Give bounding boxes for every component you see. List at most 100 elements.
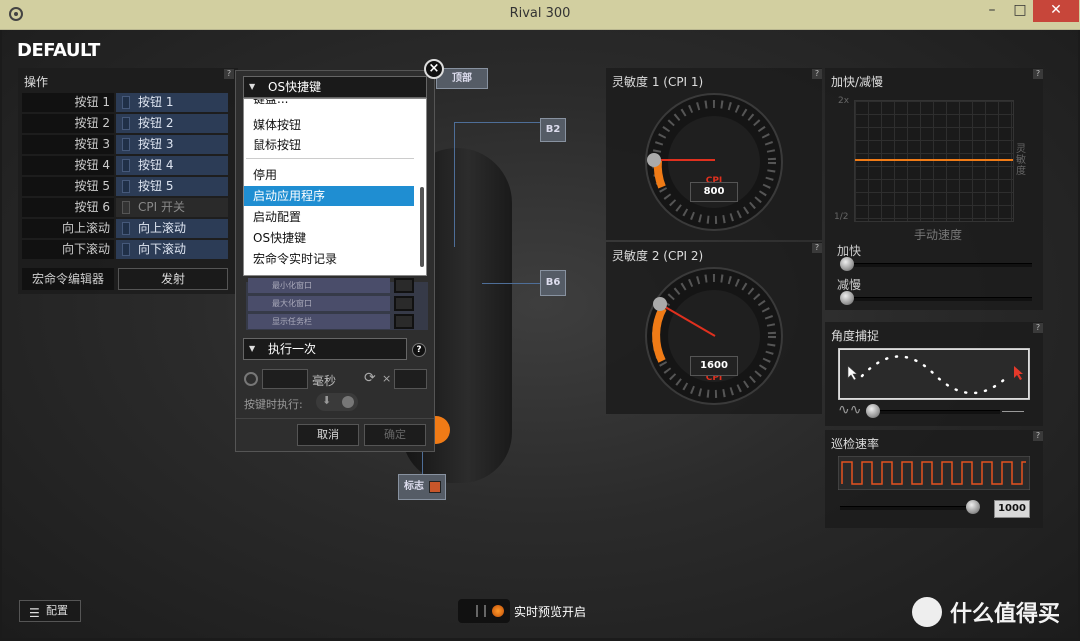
accel-slider-knob[interactable]	[840, 257, 854, 271]
op-action-select[interactable]: 向下滚动	[116, 240, 228, 259]
callout-top[interactable]: 顶部	[436, 68, 488, 89]
polling-slider-knob[interactable]	[966, 500, 980, 514]
callout-connector	[482, 283, 540, 284]
op-button-label: 向上滚动	[22, 219, 114, 238]
dropdown-item-launch-app[interactable]: 启动应用程序	[244, 186, 414, 206]
help-icon[interactable]: ?	[224, 69, 234, 79]
mouse-button-icon	[122, 96, 130, 109]
action-type-dropdown-list[interactable]: 键盘... 媒体按钮 鼠标按钮 停用 启动应用程序 启动配置 OS快捷键 宏命令…	[243, 98, 427, 276]
repeat-icon: ⟳	[364, 370, 376, 386]
op-row-1[interactable]: 按钮 1 按钮 1	[22, 93, 228, 113]
help-icon[interactable]: ?	[412, 343, 426, 357]
list-checkbox[interactable]	[394, 278, 414, 293]
repeat-count-input[interactable]	[394, 369, 427, 389]
polling-title: 巡检速率	[831, 437, 880, 451]
callout-logo[interactable]: 标志	[398, 474, 446, 500]
dropdown-item-disable[interactable]: 停用	[244, 165, 414, 185]
close-dialog-icon[interactable]: ×	[424, 59, 444, 79]
op-button-label: 按钮 4	[22, 156, 114, 175]
op-button-label: 按钮 6	[22, 198, 114, 217]
help-icon[interactable]: ?	[812, 243, 822, 253]
live-preview-toggle[interactable]	[458, 599, 510, 623]
help-icon[interactable]: ?	[812, 69, 822, 79]
callout-b2[interactable]: B2	[540, 118, 566, 142]
op-row-4[interactable]: 按钮 4 按钮 4	[22, 156, 228, 176]
list-item[interactable]: 最小化窗口	[248, 278, 390, 293]
list-item[interactable]: 最大化窗口	[248, 296, 390, 311]
live-indicator-icon	[492, 605, 504, 617]
accel-graph	[854, 100, 1014, 222]
list-checkbox[interactable]	[394, 296, 414, 311]
dropdown-item-macro-record[interactable]: 宏命令实时记录	[244, 249, 414, 269]
logo-color-swatch[interactable]	[429, 481, 441, 493]
close-window-button[interactable]: ✕	[1033, 0, 1079, 22]
op-row-5[interactable]: 按钮 5 按钮 5	[22, 177, 228, 197]
watermark-logo	[912, 597, 942, 627]
op-action-select[interactable]: 按钮 5	[116, 177, 228, 196]
app-client-area: DEFAULT 操作 ? 按钮 1 按钮 1 按钮 2 按钮 2 按钮 3 按钮…	[2, 30, 1078, 638]
angle-snap-slider-track[interactable]	[870, 410, 1000, 414]
polling-value[interactable]: 1000	[994, 500, 1030, 518]
acceleration-title: 加快/减慢	[831, 75, 884, 89]
help-icon[interactable]: ?	[1033, 69, 1043, 79]
repeat-times-label: ×	[382, 372, 392, 385]
dial-knob[interactable]	[653, 297, 667, 311]
cancel-button[interactable]: 取消	[297, 424, 359, 446]
operations-panel: 操作 ? 按钮 1 按钮 1 按钮 2 按钮 2 按钮 3 按钮 3 按钮 4 …	[18, 68, 238, 294]
dropdown-item-launch-profile[interactable]: 启动配置	[244, 207, 414, 227]
decel-slider-track[interactable]	[840, 297, 1032, 301]
angle-snap-slider-knob[interactable]	[866, 404, 880, 418]
scroll-down-icon	[122, 243, 130, 256]
op-button-label: 按钮 5	[22, 177, 114, 196]
delay-ms-input[interactable]	[262, 369, 308, 389]
op-action-select[interactable]: 按钮 1	[116, 93, 228, 112]
op-action-select[interactable]: CPI 开关	[116, 198, 228, 217]
confirm-button[interactable]: 确定	[364, 424, 426, 446]
dropdown-item-media[interactable]: 媒体按钮	[244, 115, 414, 135]
macro-editor-label[interactable]: 宏命令编辑器	[22, 268, 114, 290]
decel-slider-knob[interactable]	[840, 291, 854, 305]
list-checkbox[interactable]	[394, 314, 414, 329]
mouse-button-icon	[122, 180, 130, 193]
maximize-button[interactable]: □	[1004, 0, 1036, 22]
sensitivity1-dial[interactable]: CPI	[642, 90, 786, 234]
op-action-select[interactable]: 按钮 4	[116, 156, 228, 175]
op-row-7[interactable]: 向上滚动 向上滚动	[22, 219, 228, 239]
window-title: Rival 300	[509, 6, 571, 21]
fire-button[interactable]: 发射	[118, 268, 228, 290]
dropdown-item-mouse[interactable]: 鼠标按钮	[244, 135, 414, 155]
cpi-toggle-icon	[122, 201, 130, 214]
execute-mode-select[interactable]: ▼ 执行一次	[243, 338, 407, 360]
sensitivity1-value[interactable]: 800	[690, 182, 738, 202]
dropdown-scrollbar[interactable]	[420, 187, 424, 267]
op-action-select[interactable]: 按钮 2	[116, 114, 228, 133]
op-row-6[interactable]: 按钮 6 CPI 开关	[22, 198, 228, 218]
sensitivity2-value[interactable]: 1600	[690, 356, 738, 376]
accel-slider-track[interactable]	[840, 263, 1032, 267]
help-icon[interactable]: ?	[1033, 431, 1043, 441]
sensitivity1-title: 灵敏度 1 (CPI 1)	[612, 75, 704, 89]
toggle-grip-icon	[476, 605, 486, 617]
op-row-3[interactable]: 按钮 3 按钮 3	[22, 135, 228, 155]
list-item[interactable]: 显示任务栏	[248, 314, 390, 329]
op-row-8[interactable]: 向下滚动 向下滚动	[22, 240, 228, 260]
sensitivity2-dial[interactable]: CPI	[642, 264, 786, 408]
op-row-2[interactable]: 按钮 2 按钮 2	[22, 114, 228, 134]
on-press-toggle[interactable]: ⬇	[316, 393, 358, 411]
polling-slider-track[interactable]	[840, 506, 980, 510]
dial-knob[interactable]	[647, 153, 661, 167]
accel-curve	[855, 159, 1013, 161]
action-type-select[interactable]: ▼ OS快捷键	[243, 76, 427, 98]
op-action-select[interactable]: 按钮 3	[116, 135, 228, 154]
list-icon: ☰	[29, 606, 40, 620]
title-bar: Rival 300 – □ ✕	[0, 0, 1080, 30]
op-action-select[interactable]: 向上滚动	[116, 219, 228, 238]
dropdown-item-partial[interactable]: 键盘...	[244, 99, 414, 109]
callout-b6[interactable]: B6	[540, 270, 566, 296]
help-icon[interactable]: ?	[1033, 323, 1043, 333]
accel-y-top: 2x	[838, 96, 850, 106]
config-button[interactable]: ☰ 配置	[19, 600, 81, 622]
wave-icon: ∿∿	[838, 402, 862, 418]
watermark-text: 什么值得买	[950, 602, 1061, 627]
dropdown-item-os-shortcut[interactable]: OS快捷键	[244, 228, 414, 248]
